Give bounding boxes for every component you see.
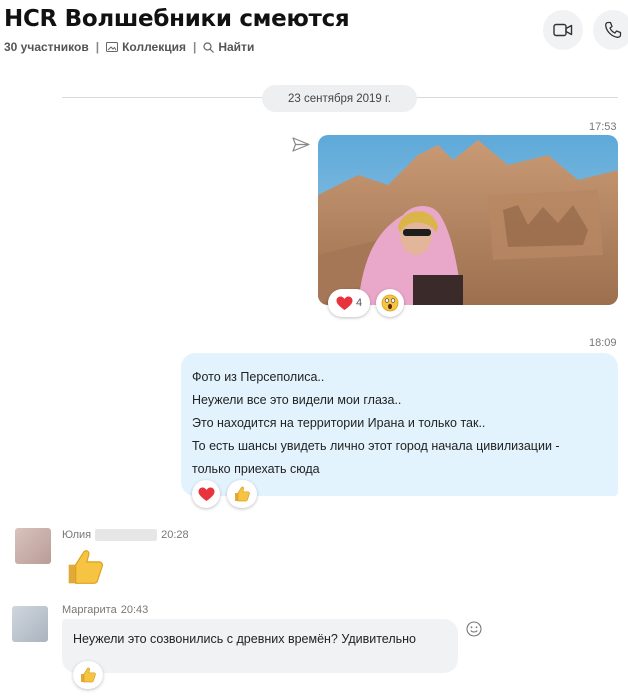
surprised-reaction[interactable] <box>376 289 404 317</box>
phone-icon <box>605 21 622 38</box>
audio-call-button[interactable] <box>593 10 628 50</box>
outgoing-message-bubble[interactable]: Фото из Персеполиса.. Неужели все это ви… <box>181 353 618 496</box>
thumbs-up-reaction[interactable] <box>227 480 257 508</box>
participants-link[interactable]: 30 участников <box>4 40 89 54</box>
sender-name[interactable]: Юлия <box>62 529 91 541</box>
thumbs-up-reaction[interactable] <box>73 661 103 689</box>
sender-line: Юлия 20:28 <box>62 529 189 541</box>
gallery-icon <box>106 42 119 52</box>
find-link[interactable]: Найти <box>203 40 254 54</box>
avatar[interactable] <box>15 528 51 564</box>
message-time: 17:53 <box>589 121 617 133</box>
find-label: Найти <box>218 40 255 54</box>
sender-name[interactable]: Маргарита <box>62 604 117 616</box>
sent-icon <box>292 137 310 152</box>
meta-separator: | <box>95 40 100 54</box>
heart-reaction[interactable]: 4 <box>328 289 370 317</box>
incoming-message-bubble[interactable]: Неужели это созвонились с древних времён… <box>62 619 458 673</box>
message-time: 20:28 <box>161 529 189 541</box>
message-line: только приехать сюда <box>192 462 320 476</box>
heart-count: 4 <box>355 297 363 309</box>
photo-image <box>318 135 618 305</box>
thumbs-up-icon <box>81 667 96 683</box>
search-icon <box>203 41 215 53</box>
thumbs-up-emoji <box>68 550 104 584</box>
shared-photo[interactable] <box>318 135 618 305</box>
chat-title[interactable]: HCR Волшебники смеются <box>4 6 350 32</box>
video-camera-icon <box>553 23 573 37</box>
avatar[interactable] <box>12 606 48 642</box>
thumbs-up-icon <box>235 486 250 502</box>
date-separator: 23 сентября 2019 г. <box>262 85 417 112</box>
chat-meta: 30 участников | Коллекция | Найти <box>4 40 254 54</box>
heart-icon <box>198 487 214 501</box>
message-line: Неужели все это видели мои глаза.. <box>192 393 402 407</box>
video-call-button[interactable] <box>543 10 583 50</box>
message-time: 20:43 <box>120 604 149 616</box>
collection-label: Коллекция <box>122 40 186 54</box>
message-time: 18:09 <box>589 337 617 349</box>
surprised-face-icon <box>381 294 399 312</box>
smiley-icon[interactable] <box>466 621 482 637</box>
sender-line: Маргарита 20:43 <box>62 604 148 616</box>
meta-separator: | <box>192 40 197 54</box>
message-line: То есть шансы увидеть лично этот город н… <box>192 439 560 453</box>
sender-surname-hidden <box>95 529 158 541</box>
heart-reaction[interactable] <box>192 480 220 508</box>
message-line: Это находится на территории Ирана и толь… <box>192 416 486 430</box>
chat-header: HCR Волшебники смеются 30 участников | К… <box>0 0 628 75</box>
collection-link[interactable]: Коллекция <box>106 40 186 54</box>
heart-icon <box>336 296 353 310</box>
message-line: Фото из Персеполиса.. <box>192 370 325 384</box>
